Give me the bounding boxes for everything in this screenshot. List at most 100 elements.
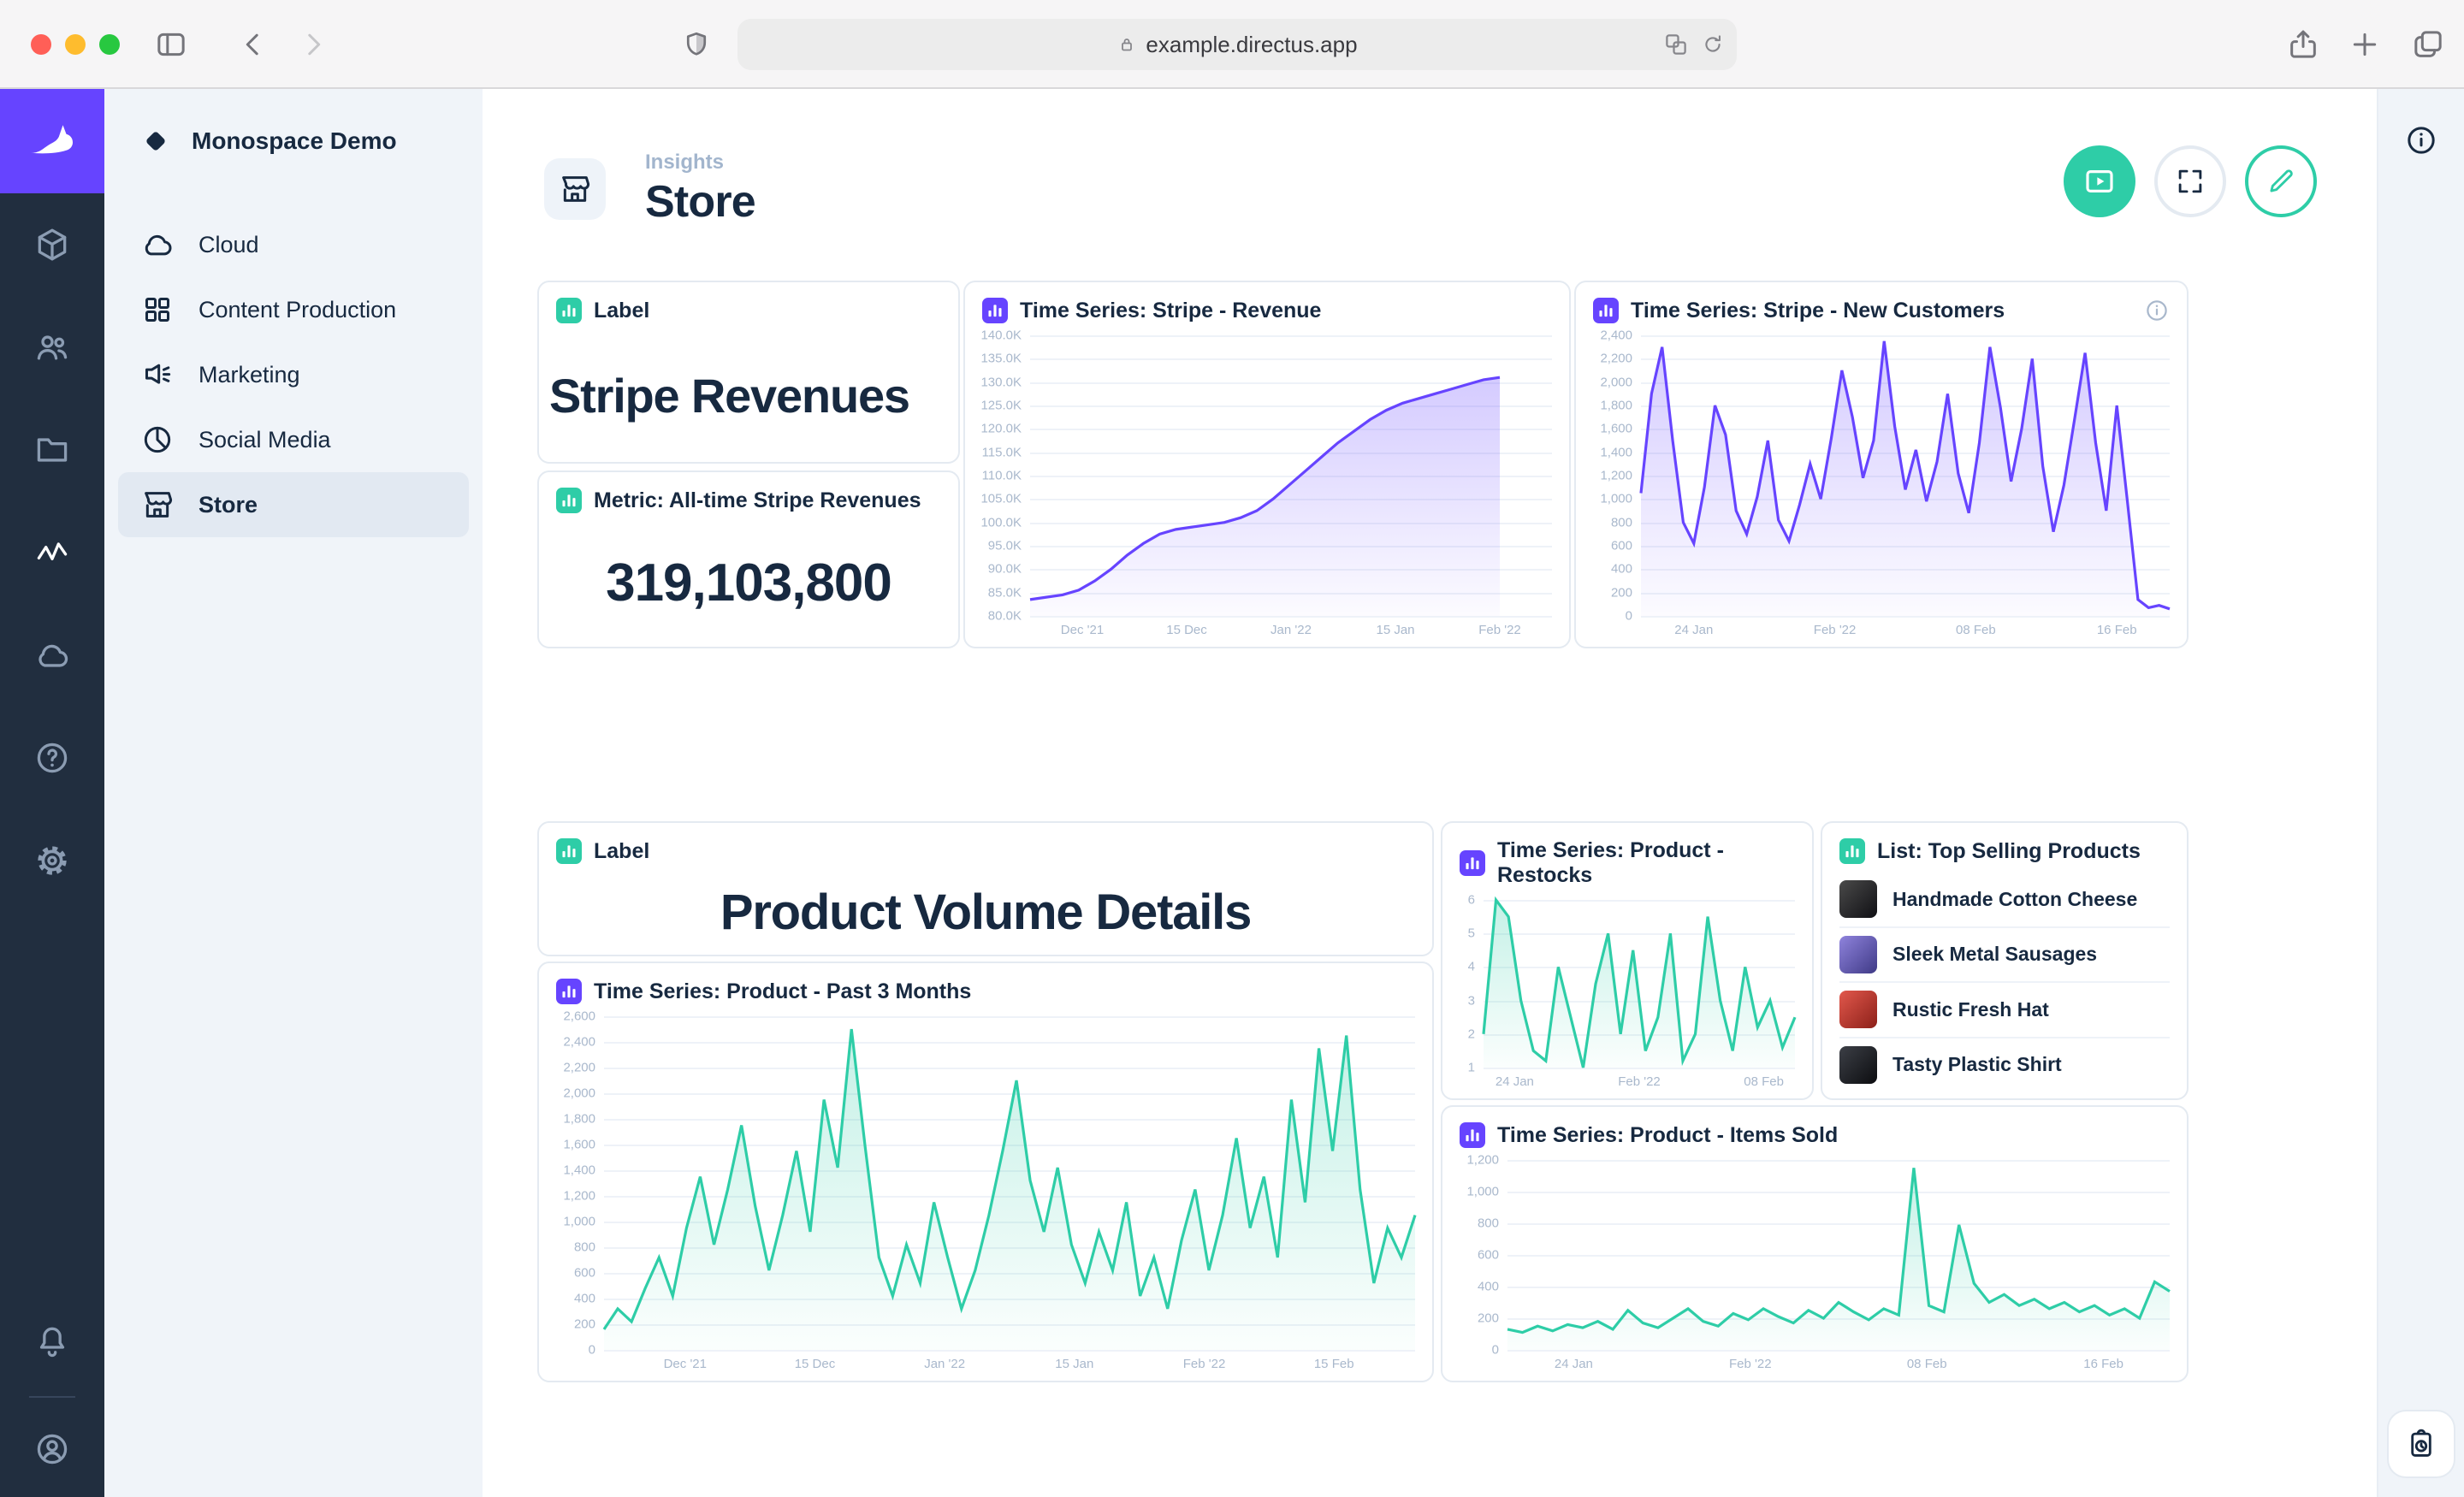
sidebar-item-label: Cloud xyxy=(198,232,259,258)
list-item: Rustic Fresh Hat xyxy=(1839,981,2170,1037)
plot-area: 24 JanFeb '2208 Feb16 Feb xyxy=(1507,1160,2170,1350)
breadcrumb[interactable]: Insights xyxy=(645,151,755,175)
notifications-bell-icon[interactable] xyxy=(0,1290,104,1393)
panel-label-stripe-revenues: Label Stripe Revenues xyxy=(537,281,960,464)
panel-type-icon xyxy=(1460,1122,1485,1148)
product-thumbnail xyxy=(1839,880,1877,918)
storefront-icon xyxy=(558,172,592,206)
module-content-icon[interactable] xyxy=(0,193,104,296)
module-insights-icon[interactable] xyxy=(0,501,104,604)
panel-header-text: Time Series: Product - Past 3 Months xyxy=(594,979,971,1004)
plot-area: Dec '2115 DecJan '2215 JanFeb '2215 Feb xyxy=(604,1016,1415,1350)
y-axis: 140.0K135.0K130.0K125.0K120.0K115.0K110.… xyxy=(979,335,1030,616)
sidebar-toggle-icon[interactable] xyxy=(154,27,188,62)
pie-chart-icon xyxy=(140,423,175,457)
header-actions xyxy=(2064,145,2317,217)
privacy-shield-icon[interactable] xyxy=(681,29,712,60)
product-thumbnail xyxy=(1839,1046,1877,1084)
project-logo-icon xyxy=(142,127,169,155)
megaphone-icon xyxy=(140,358,175,392)
panel-metric-stripe-revenues: Metric: All-time Stripe Revenues 319,103… xyxy=(537,470,960,648)
product-past-3-months-chart: 2,6002,4002,2002,0001,8001,6001,4001,200… xyxy=(539,1009,1432,1381)
new-tab-icon[interactable] xyxy=(2348,27,2382,62)
reload-icon[interactable] xyxy=(1701,33,1725,56)
presentation-mode-button[interactable] xyxy=(2064,145,2135,217)
panel-header-text: List: Top Selling Products xyxy=(1877,839,2141,864)
panel-info-icon[interactable] xyxy=(2144,298,2170,323)
label-text: Stripe Revenues xyxy=(539,328,958,462)
panel-type-icon xyxy=(982,298,1008,323)
panel-timeseries-product-restocks: Time Series: Product - Restocks 654321 2… xyxy=(1441,821,1814,1100)
product-name: Sleek Metal Sausages xyxy=(1892,943,2097,966)
product-name: Handmade Cotton Cheese xyxy=(1892,888,2137,911)
module-cloud-icon[interactable] xyxy=(0,604,104,707)
y-axis: 654321 xyxy=(1456,900,1484,1068)
plot-area: 24 JanFeb '2208 Feb16 Feb xyxy=(1641,335,2170,616)
x-axis: 24 JanFeb '2208 Feb16 Feb xyxy=(1641,616,2170,640)
grid-icon xyxy=(140,293,175,327)
storefront-icon xyxy=(140,488,175,522)
panel-list-top-selling-products: List: Top Selling Products Handmade Cott… xyxy=(1821,821,2189,1100)
pencil-icon xyxy=(2265,165,2297,198)
panel-header-text: Time Series: Product - Restocks xyxy=(1497,838,1795,888)
product-name: Tasty Plastic Shirt xyxy=(1892,1053,2062,1076)
sidebar-item-marketing[interactable]: Marketing xyxy=(118,342,469,407)
sidebar-item-social-media[interactable]: Social Media xyxy=(118,407,469,472)
module-users-icon[interactable] xyxy=(0,296,104,399)
forward-icon[interactable] xyxy=(296,27,330,62)
panel-type-icon xyxy=(556,488,582,513)
sidebar-item-label: Social Media xyxy=(198,427,331,453)
sidebar-item-cloud[interactable]: Cloud xyxy=(118,212,469,277)
panel-type-icon xyxy=(1593,298,1619,323)
sidebar-item-content-production[interactable]: Content Production xyxy=(118,277,469,342)
window-controls xyxy=(31,34,120,55)
x-axis: Dec '2115 DecJan '2215 JanFeb '22 xyxy=(1030,616,1552,640)
panel-timeseries-product-items-sold: Time Series: Product - Items Sold 1,2001… xyxy=(1441,1105,2189,1382)
module-help-icon[interactable] xyxy=(0,707,104,809)
fullscreen-button[interactable] xyxy=(2154,145,2226,217)
close-window-button[interactable] xyxy=(31,34,51,55)
panel-label-product-volume: Label Product Volume Details xyxy=(537,821,1434,956)
project-name: Monospace Demo xyxy=(192,127,397,155)
right-sidebar xyxy=(2377,89,2464,1497)
module-files-icon[interactable] xyxy=(0,399,104,501)
module-settings-icon[interactable] xyxy=(0,809,104,912)
list-item: Sleek Metal Sausages xyxy=(1839,926,2170,982)
list-item: Handmade Cotton Cheese xyxy=(1839,873,2170,926)
share-icon[interactable] xyxy=(2286,27,2320,62)
panel-header-text: Metric: All-time Stripe Revenues xyxy=(594,488,921,513)
stripe-new-customers-chart: 2,4002,2002,0001,8001,6001,4001,2001,000… xyxy=(1576,328,2187,647)
tabs-overview-icon[interactable] xyxy=(2411,27,2445,62)
y-axis: 2,6002,4002,2002,0001,8001,6001,4001,200… xyxy=(553,1016,604,1350)
panel-type-icon xyxy=(1460,850,1485,876)
panel-header-text: Label xyxy=(594,299,649,323)
product-thumbnail xyxy=(1839,936,1877,973)
panel-timeseries-stripe-revenue: Time Series: Stripe - Revenue 140.0K135.… xyxy=(963,281,1571,648)
activity-clipboard-button[interactable] xyxy=(2389,1411,2454,1476)
url-text: example.directus.app xyxy=(1146,32,1357,58)
panel-header-text: Time Series: Product - Items Sold xyxy=(1497,1123,1838,1148)
sidebar-item-store[interactable]: Store xyxy=(118,472,469,537)
project-header[interactable]: Monospace Demo xyxy=(104,89,483,193)
module-bar xyxy=(0,89,104,1497)
sidebar-item-label: Content Production xyxy=(198,297,396,323)
zoom-window-button[interactable] xyxy=(99,34,120,55)
back-icon[interactable] xyxy=(236,27,270,62)
sidebar-item-label: Marketing xyxy=(198,362,300,388)
project-sidebar: Monospace Demo Cloud Content Production … xyxy=(104,89,483,1497)
x-axis: 24 JanFeb '2208 Feb xyxy=(1484,1068,1795,1092)
minimize-window-button[interactable] xyxy=(65,34,86,55)
fullscreen-icon xyxy=(2174,165,2206,198)
y-axis: 2,4002,2002,0001,8001,6001,4001,2001,000… xyxy=(1590,335,1641,616)
address-bar[interactable]: example.directus.app xyxy=(737,19,1737,70)
edit-panels-button[interactable] xyxy=(2245,145,2317,217)
panel-type-icon xyxy=(556,298,582,323)
list-item: Tasty Plastic Shirt xyxy=(1839,1037,2170,1092)
translate-icon[interactable] xyxy=(1663,32,1689,57)
directus-logo[interactable] xyxy=(0,89,104,193)
account-avatar-icon[interactable] xyxy=(0,1401,104,1497)
page-title: Store xyxy=(645,176,755,228)
product-thumbnail xyxy=(1839,991,1877,1028)
panel-timeseries-product-past-3-months: Time Series: Product - Past 3 Months 2,6… xyxy=(537,962,1434,1382)
info-icon[interactable] xyxy=(2404,123,2438,157)
